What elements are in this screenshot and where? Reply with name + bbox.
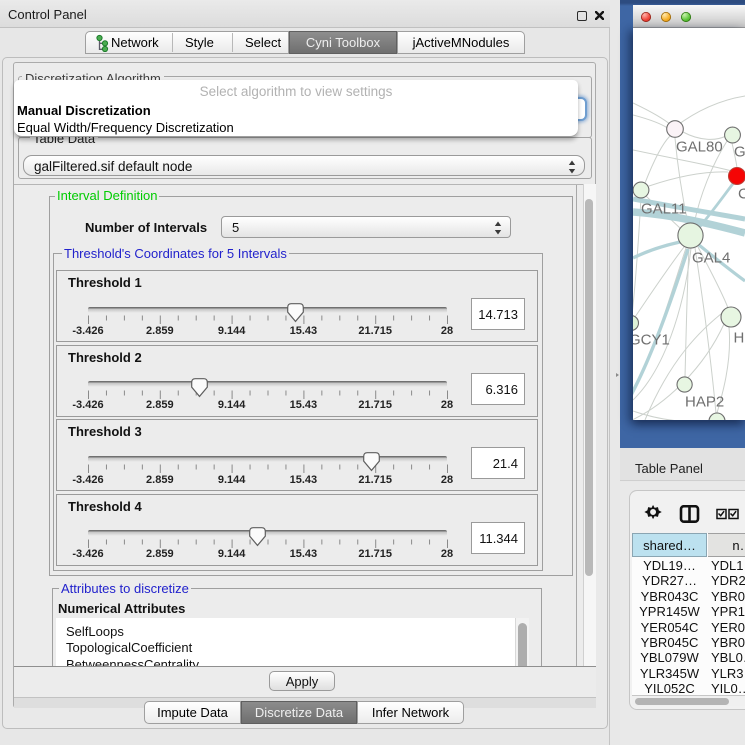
svg-text:H: H (734, 330, 745, 347)
svg-text:GA: GA (734, 144, 745, 161)
svg-text:GCY1: GCY1 (633, 332, 670, 349)
svg-text:GAL80: GAL80 (676, 139, 723, 156)
svg-text:HAP2: HAP2 (685, 394, 724, 411)
svg-text:GAL11: GAL11 (641, 201, 687, 218)
svg-text:C: C (738, 186, 745, 203)
svg-text:GAL4: GAL4 (692, 250, 730, 267)
